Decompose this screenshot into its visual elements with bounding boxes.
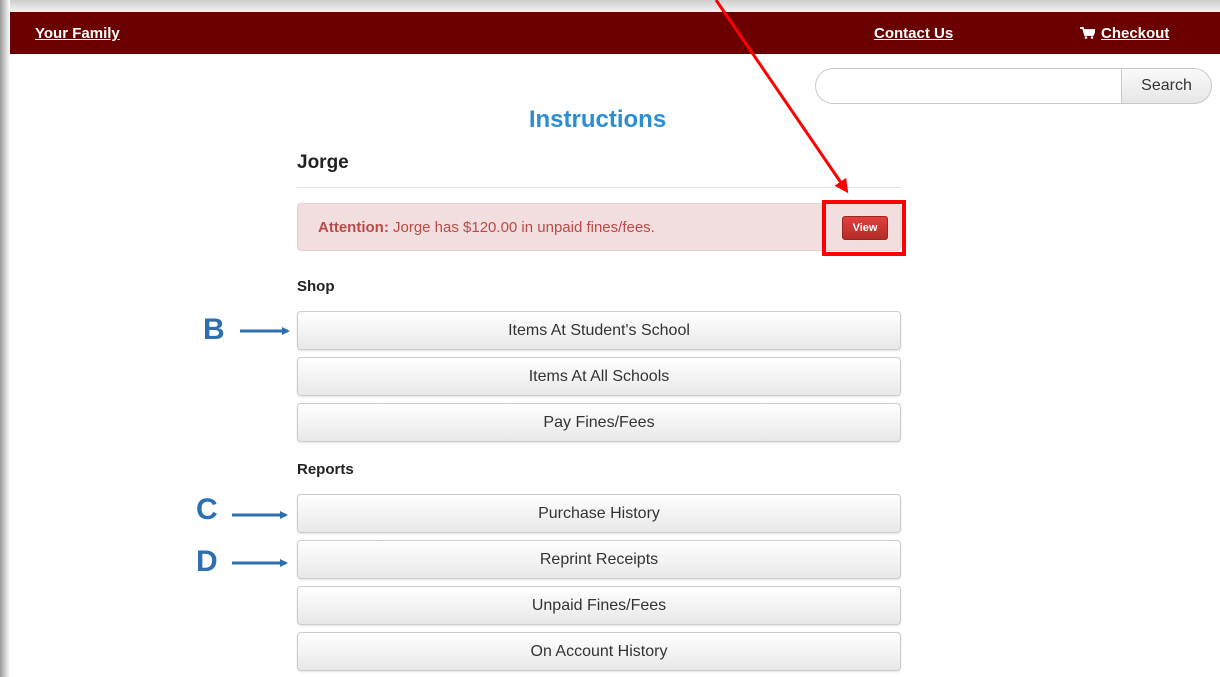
window-left-edge [0, 0, 10, 677]
cart-icon [1080, 27, 1095, 39]
alert-message: Jorge has $120.00 in unpaid fines/fees. [392, 219, 655, 236]
alert-label: Attention: [318, 219, 389, 236]
annotation-letter-b: B [203, 313, 225, 346]
nav-contact-us-link[interactable]: Contact Us [874, 25, 953, 42]
top-navbar: Your Family Contact Us Checkout [10, 12, 1220, 54]
annotation-letter-c: C [196, 493, 218, 526]
nav-checkout-link[interactable]: Checkout [1080, 25, 1169, 42]
divider [297, 187, 901, 188]
reprint-receipts-button[interactable]: Reprint Receipts [297, 540, 901, 579]
items-at-all-schools-button[interactable]: Items At All Schools [297, 357, 901, 396]
items-at-students-school-button[interactable]: Items At Student's School [297, 311, 901, 350]
nav-your-family-link[interactable]: Your Family [35, 25, 120, 42]
search-bar: Search [815, 68, 1212, 106]
shop-heading: Shop [297, 278, 335, 295]
purchase-history-button[interactable]: Purchase History [297, 494, 901, 533]
pay-fines-fees-button[interactable]: Pay Fines/Fees [297, 403, 901, 442]
annotation-letter-d: D [196, 545, 218, 578]
unpaid-fees-alert: Attention: Jorge has $120.00 in unpaid f… [297, 203, 901, 251]
reports-heading: Reports [297, 461, 354, 478]
search-input[interactable] [815, 68, 1121, 104]
checkout-label: Checkout [1101, 25, 1170, 42]
search-button[interactable]: Search [1121, 68, 1212, 104]
unpaid-fines-fees-button[interactable]: Unpaid Fines/Fees [297, 586, 901, 625]
page: Your Family Contact Us Checkout Search I… [0, 0, 1220, 677]
view-button-highlight-box [822, 200, 906, 256]
student-name-heading: Jorge [297, 152, 349, 173]
instructions-link[interactable]: Instructions [0, 106, 1195, 134]
window-top-edge [0, 0, 1220, 12]
alert-text: Attention: Jorge has $120.00 in unpaid f… [318, 219, 655, 236]
on-account-history-button[interactable]: On Account History [297, 632, 901, 671]
